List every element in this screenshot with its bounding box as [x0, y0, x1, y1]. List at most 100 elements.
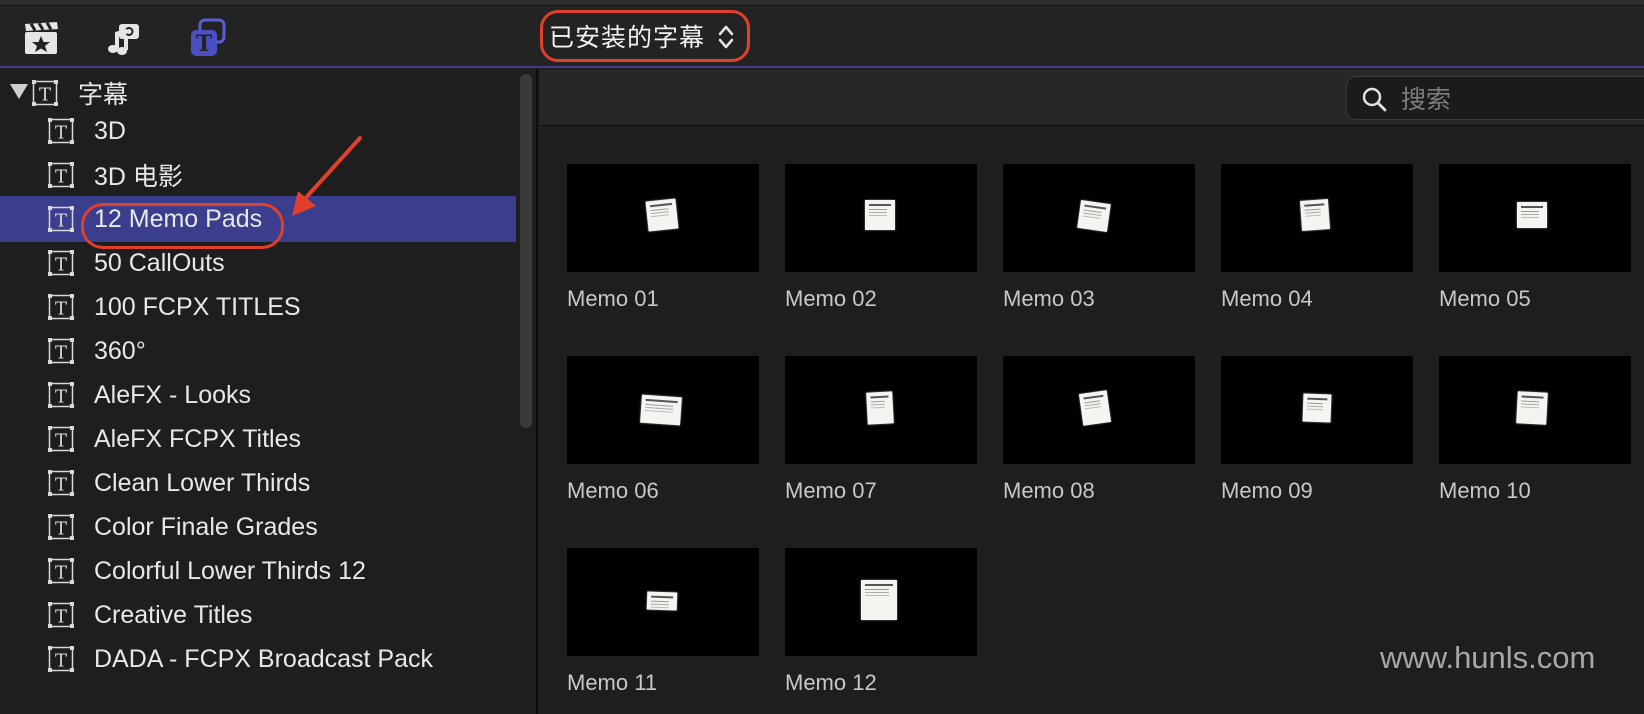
tile-label: Memo 10	[1439, 478, 1531, 503]
title-tile[interactable]: Memo 09	[1221, 356, 1413, 503]
svg-text:T: T	[55, 211, 67, 232]
tile-thumbnail	[567, 164, 759, 272]
tile-thumbnail	[785, 164, 977, 272]
clapper-star-icon[interactable]	[22, 18, 62, 58]
svg-text:T: T	[55, 387, 67, 408]
title-tile[interactable]: Memo 10	[1439, 356, 1631, 503]
memo-paper-graphic	[1299, 199, 1331, 231]
tile-thumbnail	[1221, 356, 1413, 464]
tile-label: Memo 04	[1221, 286, 1313, 311]
sidebar-item-label: Color Finale Grades	[94, 512, 318, 541]
tile-label: Memo 02	[785, 286, 877, 311]
sidebar-item[interactable]: T Color Finale Grades	[0, 504, 516, 550]
memo-paper-graphic	[866, 391, 894, 425]
title-tile[interactable]: Memo 04	[1221, 164, 1413, 311]
sidebar-item-label: 3D	[94, 116, 126, 145]
title-t-icon: T	[32, 80, 58, 106]
tile-label: Memo 11	[567, 670, 658, 695]
sidebar-item[interactable]: T Creative Titles	[0, 592, 516, 638]
tile-thumbnail	[1003, 164, 1195, 272]
tile-thumbnail	[567, 356, 759, 464]
tile-label: Memo 01	[567, 286, 659, 311]
search-field[interactable]	[1346, 76, 1644, 120]
title-tile[interactable]: Memo 03	[1003, 164, 1195, 311]
memo-paper-graphic	[1078, 390, 1112, 426]
music-camera-icon[interactable]	[105, 18, 145, 58]
tile-label: Memo 08	[1003, 478, 1095, 503]
title-t-icon: T	[48, 514, 74, 540]
tile-label: Memo 05	[1439, 286, 1531, 311]
title-t-icon: T	[48, 558, 74, 584]
sidebar-item-label: 50 CallOuts	[94, 248, 225, 277]
svg-text:T: T	[196, 31, 213, 57]
sidebar-item[interactable]: T 3D	[0, 108, 516, 154]
search-icon	[1362, 87, 1387, 112]
svg-text:T: T	[55, 299, 67, 320]
search-input[interactable]	[1401, 83, 1641, 115]
svg-text:T: T	[55, 255, 67, 276]
memo-paper-graphic	[861, 580, 897, 620]
sidebar-item[interactable]: T AleFX - Looks	[0, 372, 516, 418]
sidebar-scrollbar[interactable]	[520, 74, 532, 428]
tile-thumbnail	[567, 548, 759, 656]
svg-text:T: T	[55, 651, 67, 672]
title-tile[interactable]: Memo 01	[567, 164, 759, 311]
dropdown-label: 已安装的字幕	[549, 23, 706, 52]
title-tile[interactable]: Memo 12	[785, 548, 977, 695]
title-tile[interactable]: Memo 11	[567, 548, 759, 695]
highlight-oval	[81, 203, 284, 249]
tile-label: Memo 09	[1221, 478, 1313, 503]
tile-label: Memo 07	[785, 478, 877, 503]
sidebar-item-label: Creative Titles	[94, 600, 253, 629]
sidebar-root-label: 字幕	[78, 81, 129, 109]
titles-browser: Memo 01 Memo 02 Memo 03 Memo 04 Memo 05 Memo …	[540, 70, 1644, 714]
sidebar-item-label: AleFX FCPX Titles	[94, 424, 301, 453]
svg-text:T: T	[55, 167, 67, 188]
tile-thumbnail	[785, 356, 977, 464]
sidebar-item[interactable]: T DADA - FCPX Broadcast Pack	[0, 636, 516, 682]
title-t-icon: T	[48, 206, 74, 232]
sidebar-item[interactable]: T AleFX FCPX Titles	[0, 416, 516, 462]
sidebar-item-label: DADA - FCPX Broadcast Pack	[94, 644, 434, 673]
title-tile[interactable]: Memo 02	[785, 164, 977, 311]
browser-header	[540, 70, 1644, 126]
sidebar-item[interactable]: T 360°	[0, 328, 516, 374]
disclosure-triangle-icon[interactable]	[10, 84, 28, 99]
title-tile[interactable]: Memo 05	[1439, 164, 1631, 311]
titles-icon[interactable]: T	[188, 18, 228, 58]
sidebar-item-label: Colorful Lower Thirds 12	[94, 556, 366, 585]
sidebar-item[interactable]: T Clean Lower Thirds	[0, 460, 516, 506]
tile-label: Memo 03	[1003, 286, 1095, 311]
title-t-icon: T	[48, 646, 74, 672]
title-tile[interactable]: Memo 06	[567, 356, 759, 503]
browser-toolbar: T 已安装的字幕	[0, 0, 1644, 68]
sidebar-item-label: AleFX - Looks	[94, 380, 252, 409]
svg-text:T: T	[55, 563, 67, 584]
svg-text:T: T	[55, 123, 67, 144]
svg-text:T: T	[55, 431, 67, 452]
title-t-icon: T	[48, 338, 74, 364]
sidebar-item-label: 360°	[94, 336, 146, 365]
title-tile[interactable]: Memo 08	[1003, 356, 1195, 503]
memo-paper-graphic	[865, 200, 895, 230]
svg-text:T: T	[55, 519, 67, 540]
memo-paper-graphic	[1302, 393, 1332, 423]
sidebar-item[interactable]: T Colorful Lower Thirds 12	[0, 548, 516, 594]
tile-thumbnail	[1221, 164, 1413, 272]
sidebar-item[interactable]: T 3D 电影	[0, 152, 516, 198]
window-top-edge	[0, 0, 1644, 6]
memo-paper-graphic	[646, 591, 678, 611]
installed-titles-dropdown[interactable]: 已安装的字幕	[540, 10, 750, 62]
title-t-icon: T	[48, 162, 74, 188]
sidebar-item[interactable]: T 100 FCPX TITLES	[0, 284, 516, 330]
title-t-icon: T	[48, 250, 74, 276]
title-t-icon: T	[48, 602, 74, 628]
title-t-icon: T	[48, 118, 74, 144]
title-t-icon: T	[48, 470, 74, 496]
tile-label: Memo 06	[567, 478, 659, 503]
title-tile[interactable]: Memo 07	[785, 356, 977, 503]
svg-text:T: T	[55, 607, 67, 628]
memo-paper-graphic	[1517, 202, 1547, 228]
sidebar-item-label: 3D 电影	[94, 163, 183, 191]
svg-text:T: T	[39, 85, 51, 106]
